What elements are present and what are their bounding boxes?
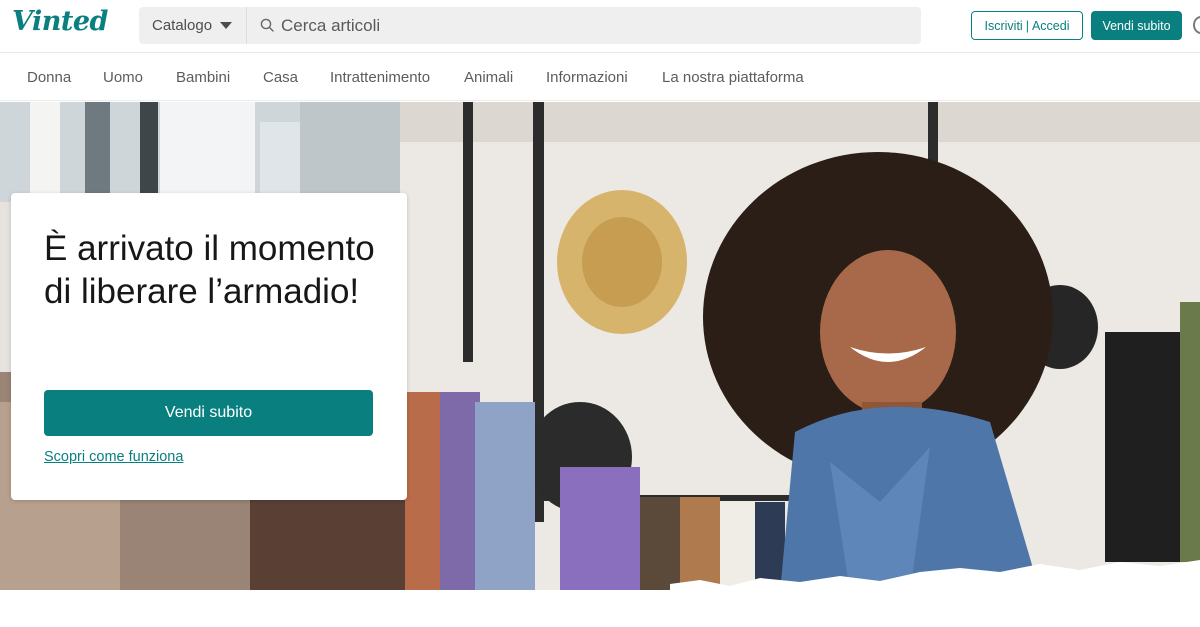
- search-bar: Catalogo: [139, 7, 921, 44]
- nav-item-donna[interactable]: Donna: [27, 69, 71, 86]
- catalog-label: Catalogo: [152, 17, 213, 34]
- nav-item-animali[interactable]: Animali: [464, 69, 513, 86]
- nav-item-intrattenimento[interactable]: Intrattenimento: [330, 69, 430, 86]
- nav-item-uomo[interactable]: Uomo: [103, 69, 143, 86]
- signup-link[interactable]: Iscriviti: [985, 19, 1023, 33]
- hero-title: È arrivato il momento di liberare l’arma…: [44, 229, 375, 311]
- login-link[interactable]: Accedi: [1032, 19, 1070, 33]
- chevron-down-icon: [220, 22, 233, 29]
- nav-item-piattaforma[interactable]: La nostra piattaforma: [662, 69, 804, 86]
- hero-card: È arrivato il momento di liberare l’arma…: [11, 193, 407, 500]
- nav-item-casa[interactable]: Casa: [263, 69, 298, 86]
- sell-now-button[interactable]: Vendi subito: [1091, 11, 1182, 40]
- search-icon: [260, 18, 274, 32]
- auth-separator: |: [1025, 18, 1029, 33]
- search-input[interactable]: [281, 7, 901, 44]
- how-it-works-link[interactable]: Scopri come funziona: [44, 449, 183, 465]
- category-nav: Donna Uomo Bambini Casa Intrattenimento …: [0, 54, 1200, 101]
- auth-button-group: Iscriviti | Accedi: [971, 11, 1083, 40]
- help-icon[interactable]: [1193, 16, 1200, 34]
- vinted-logo[interactable]: Vinted: [12, 6, 108, 37]
- nav-item-informazioni[interactable]: Informazioni: [546, 69, 628, 86]
- page-bottom-spacer: [0, 590, 1200, 627]
- nav-item-bambini[interactable]: Bambini: [176, 69, 230, 86]
- hero-sell-now-button[interactable]: Vendi subito: [44, 390, 373, 436]
- top-header: Vinted Catalogo Iscriviti | Accedi Vendi…: [0, 0, 1200, 53]
- catalog-dropdown[interactable]: Catalogo: [139, 7, 247, 44]
